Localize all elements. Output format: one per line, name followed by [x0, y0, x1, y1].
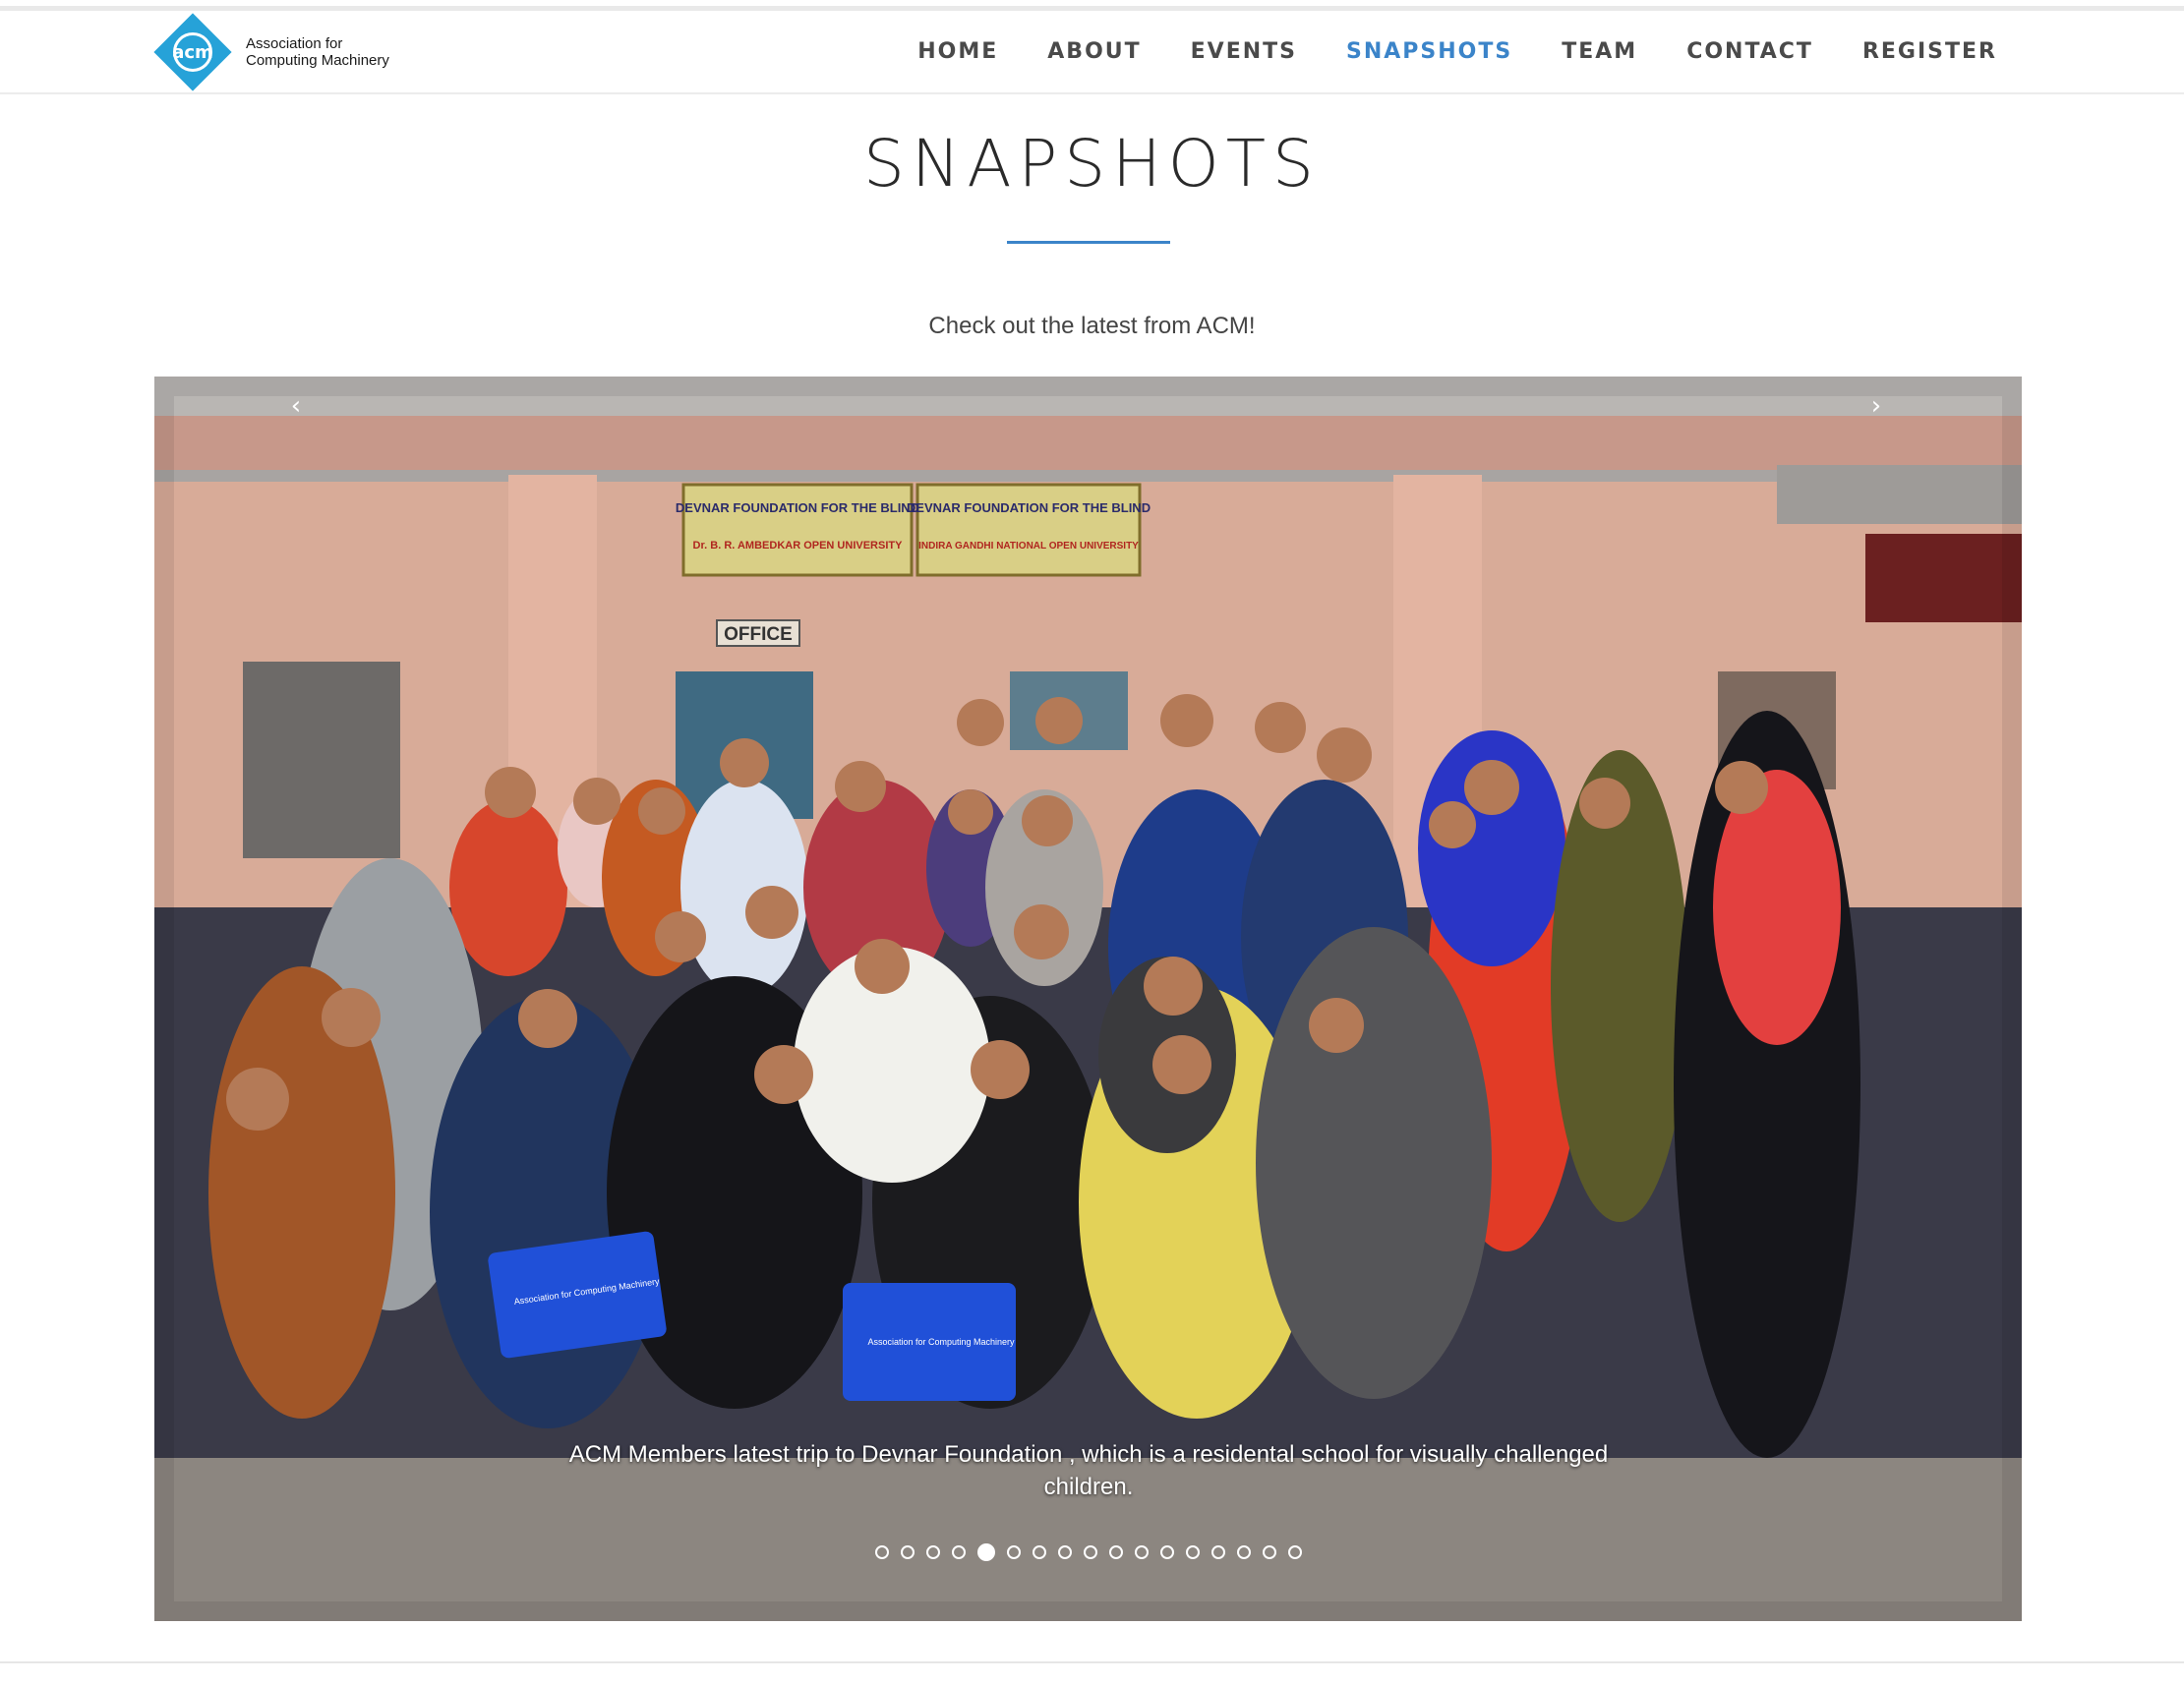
nav-home[interactable]: HOME	[917, 39, 998, 64]
nav-snapshots[interactable]: SNAPSHOTS	[1346, 39, 1512, 64]
photo-carousel[interactable]: DEVNAR FOUNDATION FOR THE BLIND Dr. B. R…	[154, 377, 2022, 1621]
nav-register[interactable]: REGISTER	[1862, 39, 1997, 64]
acm-logo-icon: acm	[153, 12, 232, 91]
carousel-prev-button[interactable]: ‹	[276, 386, 316, 426]
slide-caption: ACM Members latest trip to Devnar Founda…	[568, 1441, 1609, 1500]
carousel-dot[interactable]	[1159, 1545, 1174, 1559]
footer-divider	[0, 1661, 2184, 1663]
photo-sign1-sub: Dr. B. R. AMBEDKAR OPEN UNIVERSITY	[693, 540, 904, 552]
carousel-dot[interactable]	[1134, 1545, 1149, 1559]
page-subtitle: Check out the latest from ACM!	[928, 313, 1256, 339]
navbar: acm Association for Computing Machinery …	[0, 11, 2184, 94]
group-photo: DEVNAR FOUNDATION FOR THE BLIND Dr. B. R…	[154, 377, 2022, 1621]
logo-text-line2: Computing Machinery	[246, 51, 389, 69]
carousel-dot[interactable]	[1236, 1545, 1251, 1559]
logo-text-line1: Association for	[246, 34, 343, 52]
carousel-dot[interactable]	[1006, 1545, 1021, 1559]
carousel-dot[interactable]	[1057, 1545, 1072, 1559]
photo-sign2-sub: INDIRA GANDHI NATIONAL OPEN UNIVERSITY	[918, 541, 1139, 552]
nav-about[interactable]: ABOUT	[1047, 39, 1141, 64]
photo-bag-text-2: Association for Computing Machinery	[867, 1337, 1015, 1347]
photo-sign2-title: DEVNAR FOUNDATION FOR THE BLIND	[907, 500, 1151, 515]
carousel-dot[interactable]	[951, 1545, 966, 1559]
photo-sign1-title: DEVNAR FOUNDATION FOR THE BLIND	[676, 500, 919, 515]
carousel-dot[interactable]	[1083, 1545, 1097, 1559]
photo-office-sign: OFFICE	[724, 624, 793, 645]
carousel-dot[interactable]	[1108, 1545, 1123, 1559]
carousel-dot[interactable]	[1262, 1545, 1276, 1559]
main-nav: HOME ABOUT EVENTS SNAPSHOTS TEAM CONTACT…	[868, 11, 1997, 92]
page-title: SNAPSHOTS	[863, 126, 1321, 202]
carousel-dot[interactable]	[976, 1543, 995, 1561]
title-underline	[1007, 241, 1170, 244]
carousel-dot[interactable]	[1210, 1545, 1225, 1559]
carousel-dot[interactable]	[874, 1545, 889, 1559]
carousel-dot[interactable]	[1032, 1545, 1046, 1559]
carousel-dot[interactable]	[925, 1545, 940, 1559]
nav-contact[interactable]: CONTACT	[1686, 39, 1813, 64]
carousel-next-button[interactable]: ›	[1857, 386, 1896, 426]
chevron-right-icon: ›	[1870, 391, 1882, 421]
logo-text: Association for Computing Machinery	[246, 35, 389, 69]
nav-events[interactable]: EVENTS	[1191, 39, 1297, 64]
acm-logo-mark: acm	[172, 31, 213, 72]
carousel-dot[interactable]	[900, 1545, 915, 1559]
chevron-left-icon: ‹	[290, 391, 302, 421]
carousel-dot[interactable]	[1185, 1545, 1200, 1559]
carousel-indicators	[154, 1543, 2022, 1561]
carousel-dot[interactable]	[1287, 1545, 1302, 1559]
acm-logo[interactable]: acm Association for Computing Machinery	[153, 11, 389, 92]
nav-team[interactable]: TEAM	[1562, 39, 1637, 64]
